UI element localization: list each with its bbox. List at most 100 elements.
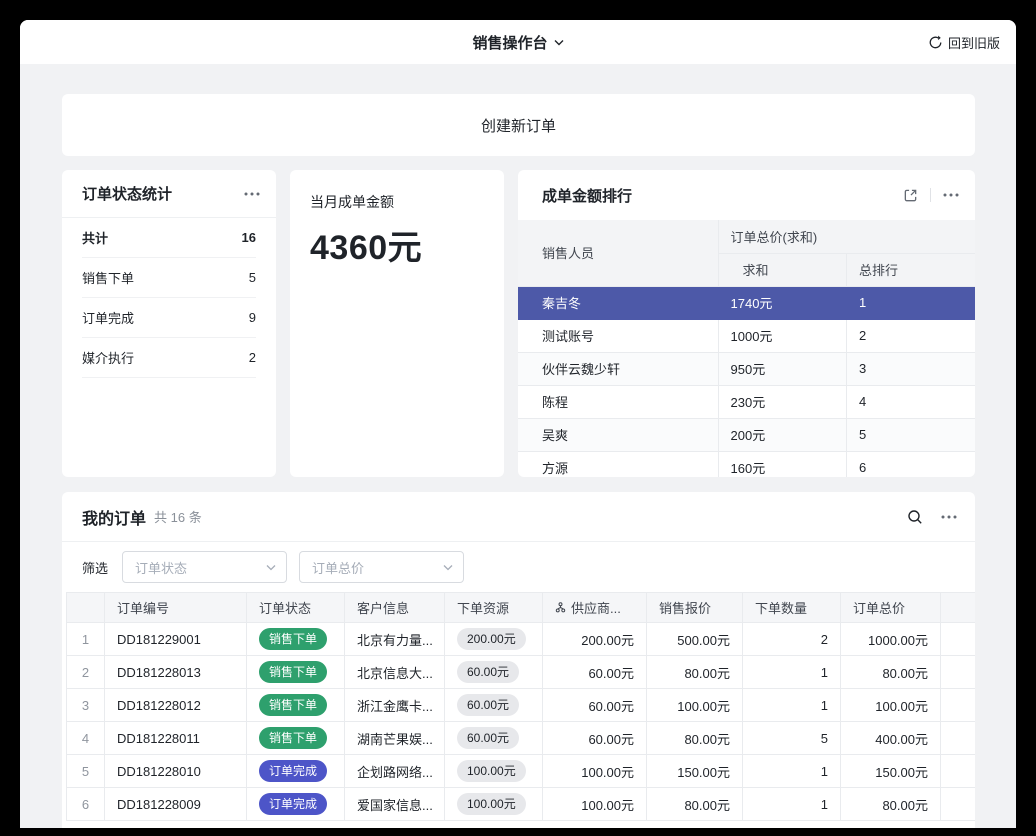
customer-info-cell: 北京信息大... <box>345 656 445 689</box>
ranking-rank-value: 5 <box>847 418 976 451</box>
ranking-col-sum: 求和 <box>718 253 847 286</box>
ranking-row[interactable]: 伙伴云魏少轩 950元 3 <box>518 352 975 385</box>
my-orders-count: 共 16 条 <box>154 507 202 526</box>
order-resource-cell: 60.00元 <box>445 656 543 689</box>
order-quantity-cell: 1 <box>743 755 841 788</box>
icon-divider <box>930 188 931 202</box>
status-panel-more-icon[interactable] <box>244 192 260 196</box>
my-orders-panel: 我的订单 共 16 条 筛选 订单状态 <box>62 492 975 828</box>
ranking-person-name: 吴爽 <box>518 418 718 451</box>
supplier-cell: 60.00元 <box>543 689 647 722</box>
relation-icon <box>555 602 566 613</box>
status-row-list: 共计 16 销售下单 5 订单完成 9 媒介执行 2 <box>62 218 276 378</box>
order-status-cell: 订单完成 <box>247 755 345 788</box>
ranking-export-icon[interactable] <box>903 188 918 203</box>
ranking-sum-value: 1740元 <box>718 286 847 319</box>
customer-info-cell: 企划路网络... <box>345 755 445 788</box>
status-row-value: 9 <box>249 310 256 325</box>
back-to-old-version-link[interactable]: 回到旧版 <box>928 20 1000 64</box>
monthly-amount-title: 当月成单金额 <box>310 192 484 212</box>
orders-table-body: 1 DD181229001 销售下单 北京有力量... 200.00元 200.… <box>67 623 976 821</box>
ranking-col-group: 订单总价(求和) <box>718 220 975 253</box>
ranking-sum-value: 160元 <box>718 451 847 477</box>
filter-label: 筛选 <box>82 558 108 577</box>
ranking-row[interactable]: 陈程 230元 4 <box>518 385 975 418</box>
ranking-more-icon[interactable] <box>943 193 959 197</box>
order-status-cell: 销售下单 <box>247 656 345 689</box>
status-row[interactable]: 销售下单 5 <box>82 258 256 298</box>
status-row-value: 16 <box>242 230 256 245</box>
ranking-panel-header: 成单金额排行 <box>518 170 975 220</box>
supplier-cell: 60.00元 <box>543 722 647 755</box>
orders-table: 订单编号 订单状态 客户信息 下单资源 供应商... <box>66 592 975 821</box>
ranking-rank-value: 6 <box>847 451 976 477</box>
ranking-row[interactable]: 方源 160元 6 <box>518 451 975 477</box>
order-row[interactable]: 6 DD181228009 订单完成 爱国家信息... 100.00元 100.… <box>67 788 976 821</box>
status-row-label: 共计 <box>82 228 108 247</box>
col-supplier-label: 供应商... <box>571 598 621 617</box>
ranking-row[interactable]: 吴爽 200元 5 <box>518 418 975 451</box>
order-id-cell: DD181228010 <box>105 755 247 788</box>
ranking-row[interactable]: 秦吉冬 1740元 1 <box>518 286 975 319</box>
my-orders-title: 我的订单 <box>82 505 146 529</box>
col-sales-quote: 销售报价 <box>647 593 743 623</box>
ranking-table: 销售人员 订单总价(求和) 求和 总排行 秦吉冬 1740元 1 测试账号 10… <box>518 220 975 477</box>
order-row-number: 3 <box>67 689 105 722</box>
app-title-dropdown[interactable]: 销售操作台 <box>472 32 563 53</box>
order-resource-cell: 200.00元 <box>445 623 543 656</box>
status-row[interactable]: 订单完成 9 <box>82 298 256 338</box>
search-icon[interactable] <box>907 509 923 525</box>
ranking-person-name: 方源 <box>518 451 718 477</box>
order-quantity-cell: 5 <box>743 722 841 755</box>
ranking-person-name: 陈程 <box>518 385 718 418</box>
status-badge: 销售下单 <box>259 661 327 683</box>
customer-info-cell: 浙江金鹰卡... <box>345 689 445 722</box>
order-row[interactable]: 5 DD181228010 订单完成 企划路网络... 100.00元 100.… <box>67 755 976 788</box>
order-total-cell: 80.00元 <box>841 656 941 689</box>
col-order-status: 订单状态 <box>247 593 345 623</box>
create-order-label: 创建新订单 <box>481 115 556 136</box>
order-total-cell: 80.00元 <box>841 788 941 821</box>
orders-header-icons <box>907 509 957 525</box>
order-row[interactable]: 2 DD181228013 销售下单 北京信息大... 60.00元 60.00… <box>67 656 976 689</box>
sales-quote-cell: 80.00元 <box>647 656 743 689</box>
status-row-label: 订单完成 <box>82 308 134 327</box>
ranking-person-name: 测试账号 <box>518 319 718 352</box>
filter-row: 筛选 订单状态 订单总价 <box>62 542 975 592</box>
status-row[interactable]: 共计 16 <box>82 218 256 258</box>
ranking-sum-value: 200元 <box>718 418 847 451</box>
order-resource-cell: 60.00元 <box>445 689 543 722</box>
order-row[interactable]: 3 DD181228012 销售下单 浙江金鹰卡... 60.00元 60.00… <box>67 689 976 722</box>
ranking-rank-value: 3 <box>847 352 976 385</box>
resource-pill: 100.00元 <box>457 793 526 815</box>
orders-more-icon[interactable] <box>941 515 957 519</box>
order-resource-cell: 100.00元 <box>445 788 543 821</box>
create-order-button[interactable]: 创建新订单 <box>62 94 975 156</box>
ranking-table-body: 秦吉冬 1740元 1 测试账号 1000元 2 伙伴云魏少轩 950元 3 陈… <box>518 286 975 477</box>
sales-quote-cell: 150.00元 <box>647 755 743 788</box>
order-status-cell: 订单完成 <box>247 788 345 821</box>
app-title: 销售操作台 <box>472 32 547 53</box>
status-row-label: 销售下单 <box>82 268 134 287</box>
ranking-panel: 成单金额排行 销售人员 订 <box>518 170 975 477</box>
sales-quote-cell: 500.00元 <box>647 623 743 656</box>
back-arrow-icon <box>928 35 943 50</box>
order-status-panel-title: 订单状态统计 <box>82 183 172 204</box>
status-row[interactable]: 媒介执行 2 <box>82 338 256 378</box>
status-badge: 销售下单 <box>259 727 327 749</box>
order-status-filter-select[interactable]: 订单状态 <box>122 551 287 583</box>
col-row-number <box>67 593 105 623</box>
order-id-cell: DD181229001 <box>105 623 247 656</box>
order-row[interactable]: 1 DD181229001 销售下单 北京有力量... 200.00元 200.… <box>67 623 976 656</box>
col-filler <box>941 593 976 623</box>
order-total-filter-select[interactable]: 订单总价 <box>299 551 464 583</box>
col-supplier: 供应商... <box>543 593 647 623</box>
ranking-rank-value: 1 <box>847 286 976 319</box>
order-id-cell: DD181228009 <box>105 788 247 821</box>
chevron-down-icon <box>443 564 453 571</box>
chevron-down-icon <box>554 39 564 46</box>
ranking-rank-value: 2 <box>847 319 976 352</box>
ranking-table-header: 销售人员 订单总价(求和) 求和 总排行 <box>518 220 975 286</box>
order-row[interactable]: 4 DD181228011 销售下单 湖南芒果娱... 60.00元 60.00… <box>67 722 976 755</box>
ranking-row[interactable]: 测试账号 1000元 2 <box>518 319 975 352</box>
